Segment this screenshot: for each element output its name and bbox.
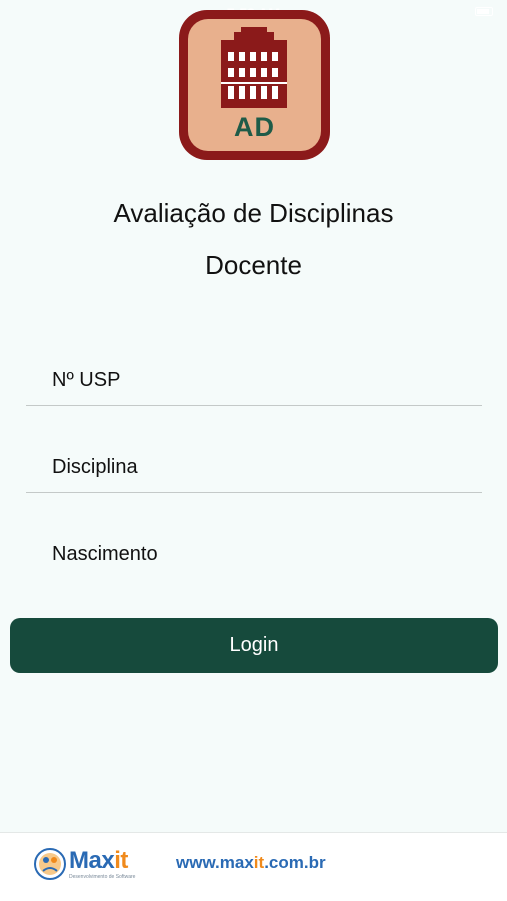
nascimento-input[interactable] [26, 526, 482, 582]
maxit-logo-text: Maxit [69, 847, 128, 875]
brand-suffix: it [114, 847, 128, 874]
usp-number-field[interactable] [26, 352, 482, 408]
maxit-tagline: Desenvolvimento de Software [69, 874, 136, 880]
disciplina-divider [26, 492, 482, 493]
url-prefix: www.max [176, 853, 254, 872]
app-logo-icon: AD [179, 10, 330, 160]
brand-prefix: Max [69, 847, 115, 874]
page-subtitle: Docente [205, 250, 302, 280]
disciplina-input[interactable] [26, 439, 482, 495]
app-logo-label: AD [234, 112, 275, 142]
usp-divider [26, 405, 482, 406]
page-title: Avaliação de Disciplinas [113, 198, 394, 228]
login-button[interactable]: Login [10, 618, 498, 673]
maxit-logo-icon [34, 848, 66, 880]
url-suffix: .com.br [264, 853, 326, 872]
disciplina-field[interactable] [26, 439, 482, 495]
nascimento-field[interactable] [26, 526, 482, 582]
battery-icon [475, 7, 493, 16]
url-mid: it [253, 853, 265, 872]
maxit-website-link[interactable]: www.maxit.com.br [176, 853, 326, 873]
usp-number-input[interactable] [26, 352, 482, 408]
footer: Maxit Desenvolvimento de Software www.ma… [0, 832, 507, 901]
